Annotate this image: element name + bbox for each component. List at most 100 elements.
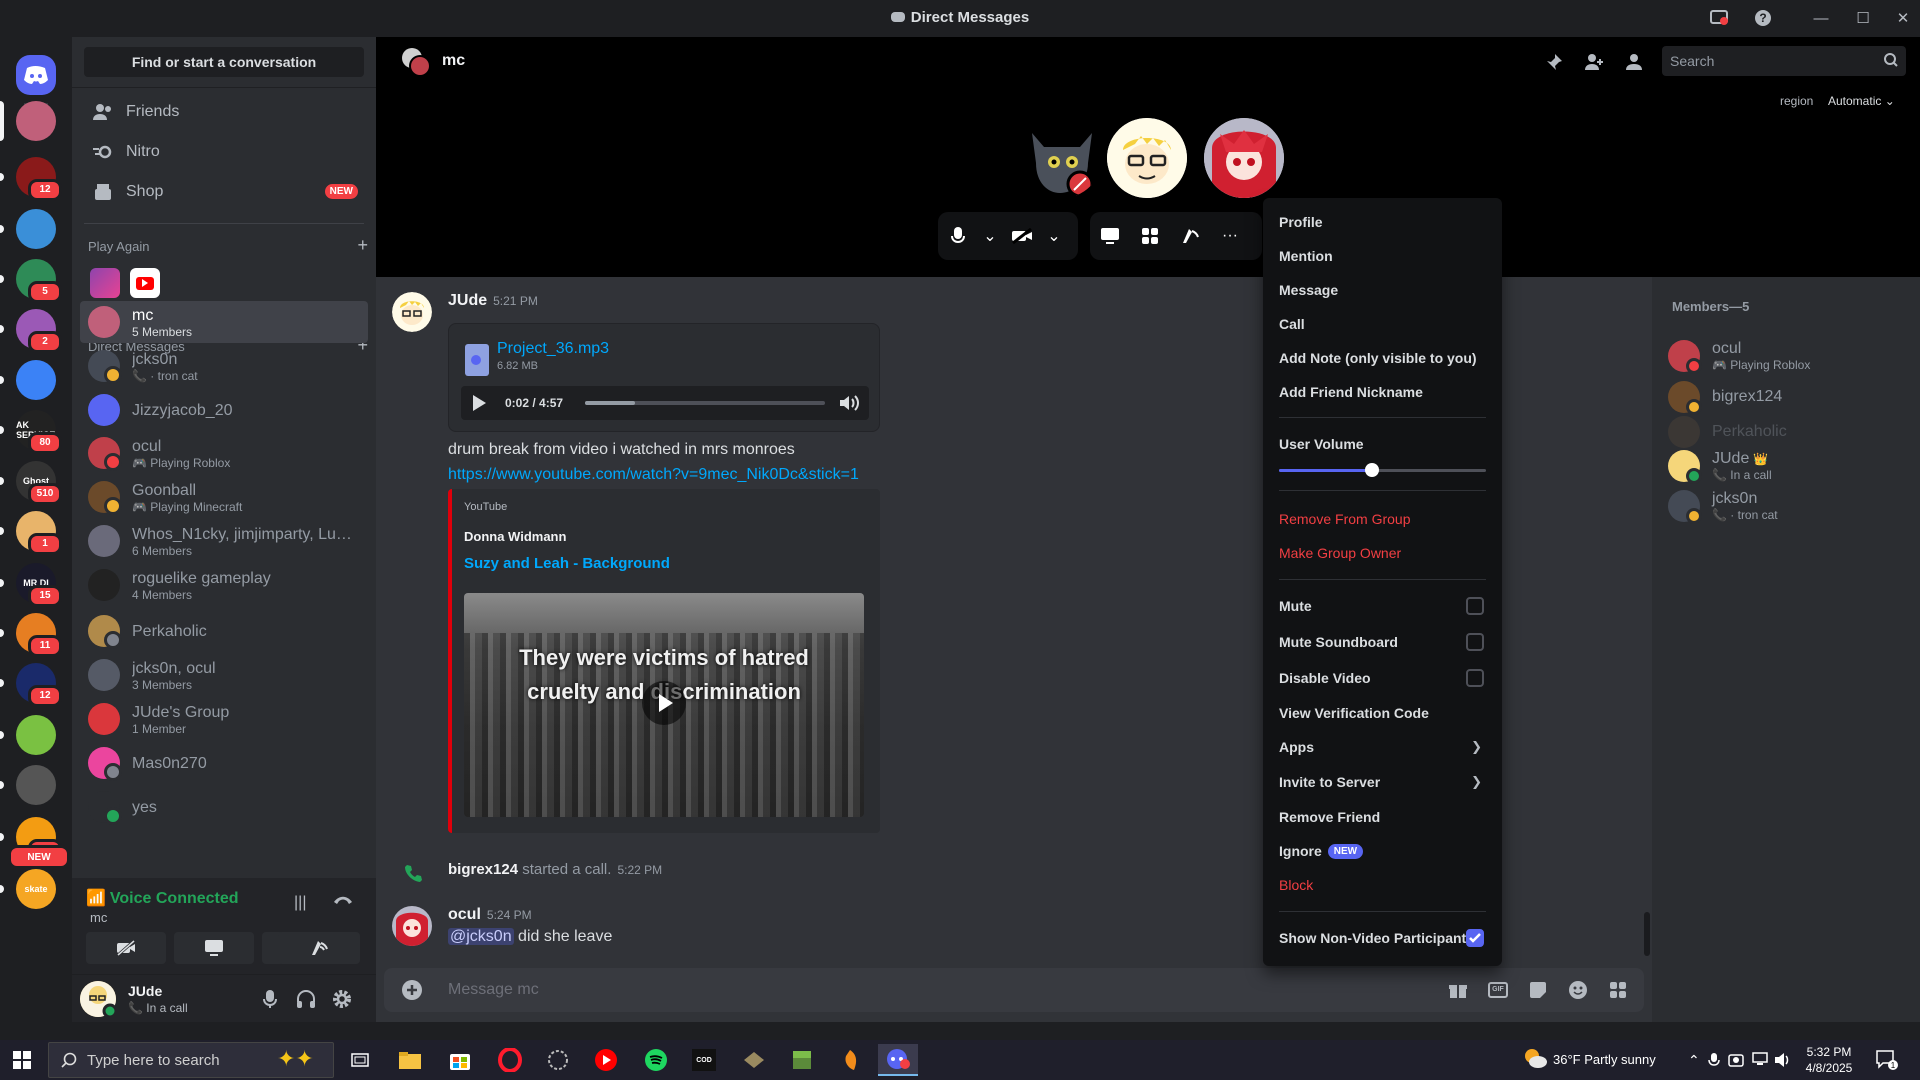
server-icon[interactable]: AK SERVICE80 <box>16 410 62 454</box>
inbox-icon[interactable] <box>1706 6 1732 30</box>
help-icon[interactable]: ? <box>1750 6 1776 30</box>
call-participant-jude[interactable] <box>1107 118 1187 198</box>
menu-verification-code[interactable]: View Verification Code <box>1271 697 1494 729</box>
dm-item[interactable]: Mas0n270 <box>80 742 368 784</box>
disable-video-checkbox[interactable] <box>1466 669 1484 687</box>
play-icon[interactable] <box>473 395 486 411</box>
dm-item[interactable]: mc 5 Members <box>80 301 368 343</box>
dm-item[interactable]: jcks0n, ocul 3 Members <box>80 654 368 696</box>
audio-progress-bar[interactable] <box>585 401 825 405</box>
call-video-off-button[interactable] <box>1002 216 1042 256</box>
taskbar-search-input[interactable]: Type here to search ✦✦ <box>48 1042 334 1078</box>
call-participant-jcks0n[interactable] <box>1022 118 1102 198</box>
apps-icon[interactable] <box>1606 978 1630 1002</box>
avatar[interactable] <box>392 292 432 332</box>
dm-item[interactable]: Jizzyjacob_20 <box>80 389 368 431</box>
app-icon[interactable] <box>538 1044 578 1076</box>
minecraft-icon[interactable] <box>782 1044 822 1076</box>
user-avatar[interactable] <box>80 981 116 1017</box>
server-icon[interactable] <box>16 715 56 755</box>
speaker-icon[interactable] <box>1774 1052 1792 1068</box>
menu-make-group-owner[interactable]: Make Group Owner <box>1271 537 1494 569</box>
mic-chevron-down-icon[interactable]: ⌄ <box>978 216 1002 256</box>
call-screen-share-button[interactable] <box>1090 216 1130 256</box>
dm-item[interactable]: yes <box>80 786 368 828</box>
avatar[interactable] <box>392 906 432 946</box>
menu-message[interactable]: Message <box>1271 274 1494 306</box>
call-participant-ocul[interactable] <box>1204 118 1284 198</box>
add-friends-icon[interactable] <box>1582 50 1606 74</box>
menu-mute[interactable]: Mute <box>1271 590 1494 622</box>
server-icon[interactable]: Ghost 510 <box>16 461 62 505</box>
more-options-icon[interactable]: ··· <box>1210 216 1250 256</box>
nav-friends[interactable]: Friends <box>80 92 368 132</box>
app-icon[interactable] <box>734 1044 774 1076</box>
sticker-icon[interactable] <box>1526 978 1550 1002</box>
member-item[interactable]: ocul 🎮 Playing Roblox <box>1660 335 1912 377</box>
embed-author[interactable]: Donna Widmann <box>464 529 566 544</box>
menu-add-nickname[interactable]: Add Friend Nickname <box>1271 376 1494 408</box>
message-author[interactable]: JUde 5:21 PM <box>448 292 538 310</box>
message-author[interactable]: ocul 5:24 PM <box>448 906 532 924</box>
emoji-icon[interactable] <box>1566 978 1590 1002</box>
camera-tray-icon[interactable] <box>1728 1052 1744 1068</box>
task-view-icon[interactable] <box>340 1044 380 1076</box>
menu-call[interactable]: Call <box>1271 308 1494 340</box>
notification-icon[interactable]: 1 <box>1876 1050 1898 1070</box>
weather-icon[interactable] <box>1522 1046 1548 1070</box>
server-icon[interactable] <box>16 101 56 141</box>
youtube-icon[interactable] <box>130 268 160 298</box>
minimize-icon[interactable]: — <box>1808 6 1834 30</box>
server-icon[interactable]: skate <box>16 869 56 909</box>
headphones-icon[interactable] <box>294 987 318 1011</box>
call-starter-name[interactable]: bigrex124 <box>448 861 518 878</box>
gift-icon[interactable] <box>1446 978 1470 1002</box>
disconnect-icon[interactable] <box>332 892 354 908</box>
mute-checkbox[interactable] <box>1466 597 1484 615</box>
fl-studio-icon[interactable] <box>830 1044 870 1076</box>
members-list-icon[interactable] <box>1622 50 1646 74</box>
video-chevron-down-icon[interactable]: ⌄ <box>1042 216 1066 256</box>
clock[interactable]: 5:32 PM 4/8/2025 <box>1800 1044 1858 1076</box>
server-icon[interactable]: 2 <box>16 309 62 353</box>
close-icon[interactable]: ✕ <box>1890 6 1916 30</box>
region-dropdown[interactable]: Automatic ⌄ <box>1828 94 1895 108</box>
dm-item[interactable]: Whos_N1cky, jimjimparty, Luc... 6 Members <box>80 520 368 562</box>
maximize-icon[interactable]: ☐ <box>1850 6 1876 30</box>
menu-apps[interactable]: Apps ❯ <box>1271 731 1494 763</box>
member-item[interactable]: jcks0n 📞 · tron cat <box>1660 485 1912 527</box>
file-name-link[interactable]: Project_36.mp3 <box>497 340 609 358</box>
server-icon[interactable]: MR DI 15 <box>16 563 62 607</box>
dm-item[interactable]: jcks0n 📞 · tron cat <box>80 345 368 387</box>
menu-invite-to-server[interactable]: Invite to Server ❯ <box>1271 766 1494 798</box>
voice-connected-status[interactable]: 📶 Voice Connected <box>86 888 239 908</box>
network-icon[interactable] <box>1752 1052 1768 1066</box>
nav-nitro[interactable]: Nitro <box>80 132 368 172</box>
dm-item[interactable]: Perkaholic <box>80 610 368 652</box>
menu-mute-soundboard[interactable]: Mute Soundboard <box>1271 626 1494 658</box>
menu-profile[interactable]: Profile <box>1271 206 1494 238</box>
menu-block[interactable]: Block <box>1271 869 1494 901</box>
opera-icon[interactable] <box>490 1044 530 1076</box>
server-icon[interactable] <box>16 765 56 805</box>
video-play-icon[interactable] <box>642 681 686 725</box>
microsoft-store-icon[interactable] <box>440 1044 480 1076</box>
show-non-video-checkbox[interactable] <box>1466 929 1484 947</box>
spotify-icon[interactable] <box>636 1044 676 1076</box>
plus-icon[interactable]: + <box>357 236 368 254</box>
server-icon[interactable]: 12 <box>16 663 62 707</box>
windows-start-icon[interactable] <box>2 1044 42 1076</box>
youtube-music-icon[interactable] <box>586 1044 626 1076</box>
dm-item[interactable]: ocul 🎮 Playing Roblox <box>80 432 368 474</box>
menu-disable-video[interactable]: Disable Video <box>1271 662 1494 694</box>
embed-title[interactable]: Suzy and Leah - Background <box>464 555 670 572</box>
file-explorer-icon[interactable] <box>390 1044 430 1076</box>
member-item[interactable]: JUde 👑 📞 In a call <box>1660 445 1912 487</box>
add-attachment-icon[interactable] <box>400 978 424 1002</box>
microphone-icon[interactable] <box>258 987 282 1011</box>
server-icon[interactable]: 5 <box>16 259 62 303</box>
message-composer[interactable]: Message mc GIF <box>384 968 1644 1012</box>
server-icon[interactable] <box>16 209 56 249</box>
menu-mention[interactable]: Mention <box>1271 240 1494 272</box>
noise-suppression-icon[interactable]: ||| <box>294 894 306 912</box>
